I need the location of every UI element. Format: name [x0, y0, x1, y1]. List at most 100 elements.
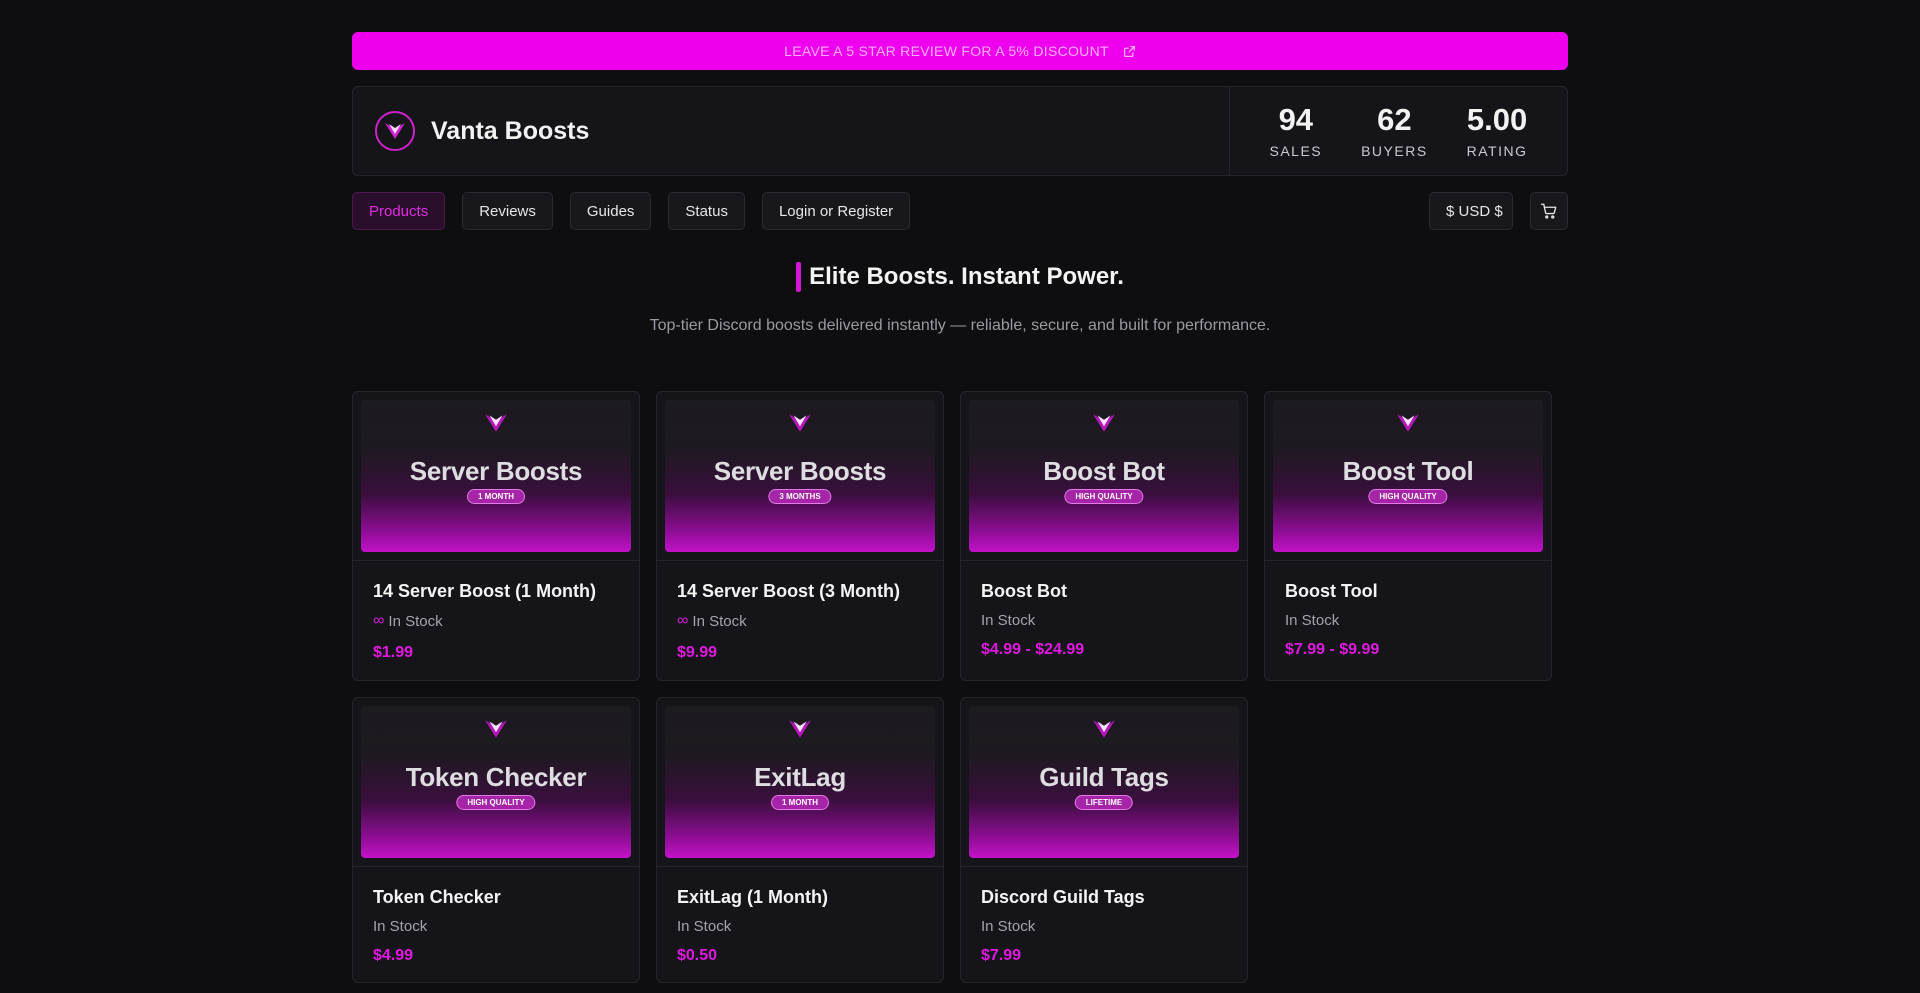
thumbnail-title: ExitLag	[754, 762, 846, 792]
nav-bar: Products Reviews Guides Status Login or …	[352, 192, 1568, 230]
product-info: ExitLag (1 Month) In Stock $0.50	[657, 867, 943, 965]
product-info: Boost Bot In Stock $4.99 - $24.99	[961, 561, 1247, 659]
nav-products[interactable]: Products	[352, 192, 446, 230]
product-thumbnail: ExitLag 1 MONTH	[665, 706, 935, 858]
product-card[interactable]: ExitLag 1 MONTH ExitLag (1 Month) In Sto…	[656, 697, 944, 983]
stock-status: ∞ In Stock	[677, 612, 923, 630]
product-price: $7.99 - $9.99	[1285, 641, 1380, 658]
product-name: Discord Guild Tags	[981, 887, 1145, 907]
external-link-icon	[1123, 45, 1135, 57]
nav-guides[interactable]: Guides	[569, 192, 652, 230]
product-grid: Server Boosts 1 MONTH 14 Server Boost (1…	[352, 391, 1568, 983]
thumbnail-title: Token Checker	[405, 762, 587, 792]
product-price: $7.99	[981, 947, 1022, 964]
thumbnail-badge: 3 MONTHS	[768, 489, 832, 504]
stock-text: In Stock	[692, 612, 747, 630]
store-name: Vanta Boosts	[431, 116, 590, 145]
product-name: ExitLag (1 Month)	[677, 887, 828, 907]
stat-label: BUYERS	[1361, 143, 1428, 160]
thumbnail-badge: HIGH QUALITY	[456, 795, 536, 810]
thumbnail-badge: LIFETIME	[1074, 795, 1134, 810]
stock-text: In Stock	[1285, 612, 1340, 629]
v-chevron-logo-icon	[1093, 720, 1115, 738]
hero-title: Elite Boosts. Instant Power.	[796, 262, 1124, 292]
hero: Elite Boosts. Instant Power. Top-tier Di…	[352, 262, 1568, 335]
product-card[interactable]: Boost Tool HIGH QUALITY Boost Tool In St…	[1264, 391, 1552, 681]
stock-text: In Stock	[981, 918, 1036, 935]
product-name: 14 Server Boost (1 Month)	[373, 581, 597, 601]
product-thumbnail: Guild Tags LIFETIME	[969, 706, 1239, 858]
stat-label: SALES	[1269, 143, 1323, 160]
hero-accent-bar	[796, 262, 802, 292]
brand: Vanta Boosts	[353, 87, 1229, 175]
product-thumbnail-wrap: Server Boosts 3 MONTHS	[657, 392, 943, 561]
thumbnail-badge: 1 MONTH	[467, 489, 525, 504]
infinity-icon: ∞	[373, 612, 385, 629]
stat-sales: 94 SALES	[1269, 101, 1323, 160]
discount-banner[interactable]: LEAVE A 5 STAR REVIEW FOR A 5% DISCOUNT	[352, 32, 1568, 70]
product-thumbnail: Boost Tool HIGH QUALITY	[1273, 400, 1543, 552]
stat-rating: 5.00 RATING	[1466, 101, 1528, 160]
thumbnail-badge: HIGH QUALITY	[1368, 489, 1448, 504]
stock-status: In Stock	[1285, 612, 1531, 629]
product-card[interactable]: Boost Bot HIGH QUALITY Boost Bot In Stoc…	[960, 391, 1248, 681]
product-thumbnail: Boost Bot HIGH QUALITY	[969, 400, 1239, 552]
product-name: Token Checker	[373, 887, 501, 907]
product-card[interactable]: Server Boosts 1 MONTH 14 Server Boost (1…	[352, 391, 640, 681]
nav-right: $ USD $	[1429, 192, 1568, 230]
stock-status: ∞ In Stock	[373, 612, 619, 630]
v-chevron-logo-icon	[789, 414, 811, 432]
stock-text: In Stock	[373, 918, 428, 935]
stat-buyers: 62 BUYERS	[1361, 101, 1428, 160]
currency-select[interactable]: $ USD $	[1429, 192, 1513, 230]
product-thumbnail-wrap: Boost Tool HIGH QUALITY	[1265, 392, 1551, 561]
v-chevron-logo-icon	[1093, 414, 1115, 432]
product-card[interactable]: Server Boosts 3 MONTHS 14 Server Boost (…	[656, 391, 944, 681]
product-info: Discord Guild Tags In Stock $7.99	[961, 867, 1247, 965]
stat-value: 94	[1278, 101, 1314, 137]
product-price: $0.50	[677, 947, 718, 964]
product-thumbnail-wrap: Token Checker HIGH QUALITY	[353, 698, 639, 867]
product-card[interactable]: Guild Tags LIFETIME Discord Guild Tags I…	[960, 697, 1248, 983]
thumbnail-badge: HIGH QUALITY	[1064, 489, 1144, 504]
product-price: $1.99	[373, 644, 414, 661]
product-name: Boost Tool	[1285, 581, 1378, 601]
thumbnail-title: Guild Tags	[1039, 762, 1169, 792]
stock-status: In Stock	[981, 918, 1227, 935]
product-thumbnail: Token Checker HIGH QUALITY	[361, 706, 631, 858]
nav-reviews[interactable]: Reviews	[462, 192, 553, 230]
stat-value: 5.00	[1466, 101, 1528, 137]
stock-text: In Stock	[981, 612, 1036, 629]
hero-title-text: Elite Boosts. Instant Power.	[809, 263, 1124, 290]
infinity-icon: ∞	[677, 612, 689, 629]
v-chevron-logo-icon	[485, 720, 507, 738]
v-chevron-logo-icon	[375, 111, 415, 151]
v-chevron-logo-icon	[789, 720, 811, 738]
product-thumbnail-wrap: Server Boosts 1 MONTH	[353, 392, 639, 561]
page: LEAVE A 5 STAR REVIEW FOR A 5% DISCOUNT …	[352, 32, 1568, 983]
product-info: Token Checker In Stock $4.99	[353, 867, 639, 965]
stat-value: 62	[1377, 101, 1412, 137]
product-name: Boost Bot	[981, 581, 1067, 601]
product-price: $4.99	[373, 947, 414, 964]
thumbnail-title: Server Boosts	[713, 456, 887, 486]
hero-subtitle: Top-tier Discord boosts delivered instan…	[649, 317, 1271, 334]
product-thumbnail: Server Boosts 3 MONTHS	[665, 400, 935, 552]
thumbnail-badge: 1 MONTH	[771, 795, 829, 810]
thumbnail-title: Boost Tool	[1342, 456, 1474, 486]
product-name: 14 Server Boost (3 Month)	[677, 581, 901, 601]
thumbnail-title: Server Boosts	[409, 456, 583, 486]
stock-text: In Stock	[388, 612, 443, 630]
stat-label: RATING	[1466, 143, 1528, 160]
store-stats: 94 SALES 62 BUYERS 5.00 RATING	[1229, 87, 1567, 175]
product-info: 14 Server Boost (3 Month) ∞ In Stock $9.…	[657, 561, 943, 662]
store-header: Vanta Boosts 94 SALES 62 BUYERS 5.00 RAT…	[352, 86, 1568, 176]
product-card[interactable]: Token Checker HIGH QUALITY Token Checker…	[352, 697, 640, 983]
nav-login-register[interactable]: Login or Register	[761, 192, 911, 230]
v-chevron-logo-icon	[485, 414, 507, 432]
nav-status[interactable]: Status	[668, 192, 745, 230]
v-chevron-logo-icon	[1397, 414, 1419, 432]
product-thumbnail: Server Boosts 1 MONTH	[361, 400, 631, 552]
cart-button[interactable]	[1530, 192, 1568, 230]
product-price: $9.99	[677, 644, 718, 661]
